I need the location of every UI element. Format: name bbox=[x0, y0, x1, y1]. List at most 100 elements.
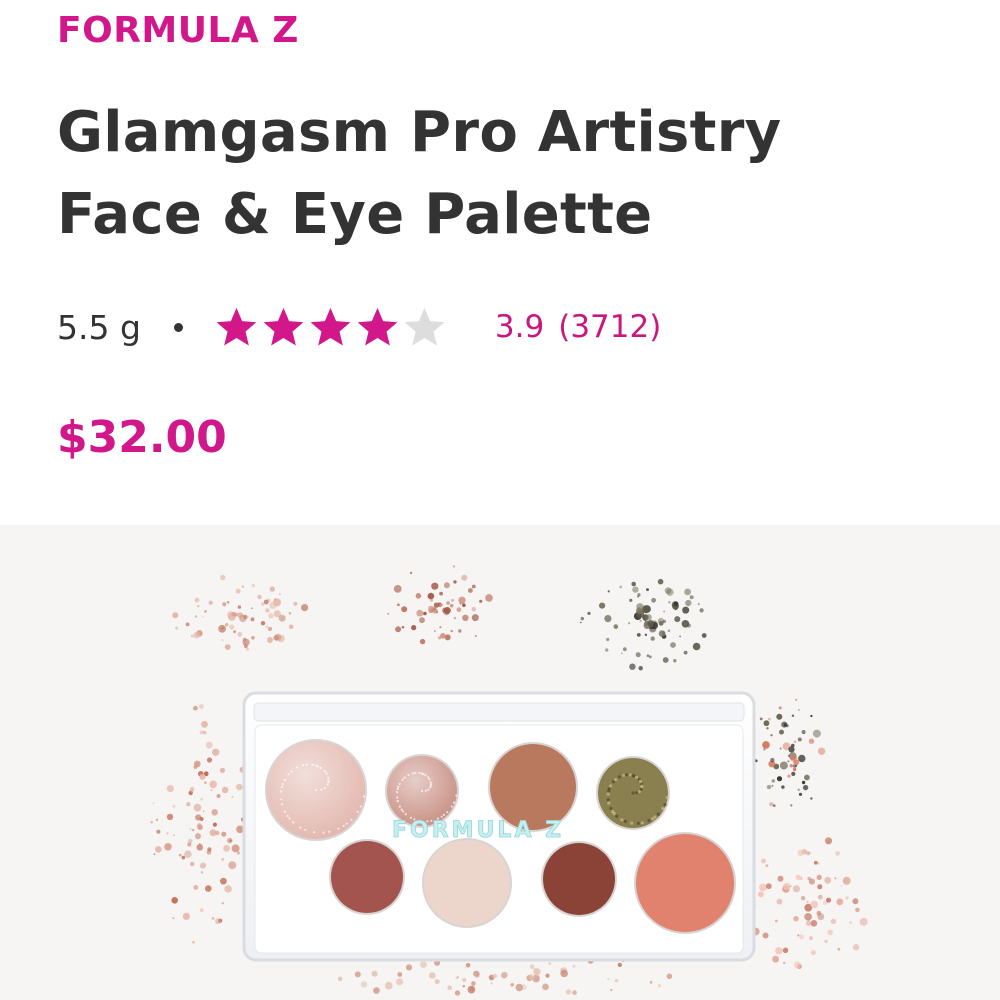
pigment-speck bbox=[679, 635, 681, 638]
pigment-speck bbox=[455, 976, 459, 980]
pigment-speck bbox=[808, 878, 816, 885]
pigment-speck bbox=[632, 586, 639, 593]
pigment-speck bbox=[221, 902, 224, 905]
pigment-speck bbox=[628, 622, 631, 625]
pigment-speck bbox=[201, 720, 208, 728]
pigment-speck bbox=[166, 832, 169, 835]
pigment-speck bbox=[251, 583, 255, 588]
pigment-speck bbox=[766, 727, 769, 730]
pigment-speck bbox=[250, 617, 255, 622]
pigment-speck bbox=[431, 582, 439, 590]
pigment-speck bbox=[810, 950, 816, 956]
pigment-speck bbox=[622, 647, 627, 652]
pigment-speck bbox=[855, 907, 860, 913]
eyeshadow-pan bbox=[596, 756, 670, 830]
pigment-speck bbox=[673, 659, 677, 663]
pigment-speck bbox=[806, 851, 811, 856]
pigment-speck bbox=[192, 941, 195, 944]
pigment-speck bbox=[776, 713, 783, 720]
pigment-speck bbox=[220, 877, 227, 885]
pigment-speck bbox=[783, 961, 786, 965]
pigment-speck bbox=[636, 633, 641, 637]
pigment-speck bbox=[204, 781, 207, 784]
pigment-speck bbox=[395, 626, 402, 633]
pigment-speck bbox=[384, 981, 393, 990]
pigment-speck bbox=[759, 717, 763, 721]
pigment-speck bbox=[805, 920, 812, 926]
pigment-speck bbox=[852, 944, 860, 951]
pigment-speck bbox=[787, 760, 790, 763]
pigment-speck bbox=[419, 617, 425, 624]
pigment-speck bbox=[439, 626, 442, 629]
pigment-speck bbox=[458, 629, 462, 633]
pigment-speck bbox=[701, 633, 707, 638]
pigment-speck bbox=[199, 908, 204, 913]
pigment-speck bbox=[193, 705, 198, 711]
pigment-speck bbox=[607, 590, 610, 593]
pigment-speck bbox=[639, 619, 642, 622]
pigment-speck bbox=[790, 804, 793, 807]
pigment-speck bbox=[260, 621, 266, 626]
pigment-speck bbox=[545, 973, 550, 978]
eyeshadow-pan bbox=[265, 739, 367, 841]
pigment-speck bbox=[834, 877, 837, 880]
pigment-speck bbox=[789, 885, 792, 888]
pigment-speck bbox=[251, 636, 255, 640]
pigment-speck bbox=[468, 588, 473, 593]
pigment-speck bbox=[490, 982, 493, 985]
pigment-speck bbox=[685, 599, 692, 607]
pigment-speck bbox=[471, 981, 476, 986]
product-image[interactable]: FORMULA Z bbox=[0, 525, 1000, 1000]
pigment-speck bbox=[224, 644, 231, 650]
pigment-speck bbox=[657, 984, 662, 988]
pigment-speck bbox=[265, 625, 269, 629]
pigment-speck bbox=[459, 602, 462, 605]
pigment-speck bbox=[416, 609, 424, 617]
pigment-speck bbox=[792, 767, 797, 772]
pigment-speck bbox=[427, 592, 435, 600]
pigment-speck bbox=[462, 985, 465, 988]
pigment-speck bbox=[788, 746, 795, 753]
pigment-speck bbox=[467, 985, 476, 994]
pigment-speck bbox=[164, 843, 172, 851]
pigment-speck bbox=[798, 792, 803, 796]
pigment-speck bbox=[492, 973, 497, 979]
pigment-speck bbox=[647, 620, 654, 627]
pigment-speck bbox=[221, 639, 224, 642]
pigment-speck bbox=[810, 714, 813, 718]
pigment-speck bbox=[206, 757, 213, 763]
pigment-speck bbox=[684, 588, 691, 596]
pigment-speck bbox=[817, 862, 821, 865]
pigment-speck bbox=[434, 630, 436, 632]
pigment-speck bbox=[781, 785, 785, 789]
pigment-speck bbox=[420, 961, 427, 968]
pigment-speck bbox=[528, 973, 535, 981]
pigment-speck bbox=[644, 633, 648, 636]
pigment-speck bbox=[613, 624, 619, 629]
rating-value[interactable]: 3.9 bbox=[495, 309, 544, 345]
pigment-speck bbox=[401, 625, 405, 629]
rating-stars[interactable] bbox=[214, 305, 449, 350]
pigment-speck bbox=[456, 607, 462, 613]
pigment-speck bbox=[443, 582, 450, 589]
pigment-speck bbox=[200, 871, 204, 874]
pigment-speck bbox=[795, 698, 798, 701]
pigment-speck bbox=[810, 900, 819, 909]
pigment-speck bbox=[791, 771, 796, 776]
pigment-speck bbox=[235, 783, 243, 791]
eyeshadow-pan bbox=[385, 754, 459, 828]
product-size: 5.5 g bbox=[57, 307, 141, 347]
pigment-speck bbox=[692, 642, 701, 651]
product-title-line-2: Face & Eye Palette bbox=[57, 182, 653, 247]
pigment-speck bbox=[190, 789, 194, 793]
pigment-speck bbox=[799, 934, 804, 940]
pigment-speck bbox=[172, 917, 175, 920]
eyeshadow-pan bbox=[422, 838, 512, 928]
brand-link[interactable]: FORMULA Z bbox=[57, 10, 299, 51]
pigment-speck bbox=[211, 809, 218, 816]
pigment-speck bbox=[203, 730, 207, 735]
review-count-link[interactable]: (3712) bbox=[558, 309, 661, 345]
pigment-speck bbox=[263, 599, 269, 605]
pigment-speck bbox=[810, 920, 818, 927]
pigment-speck bbox=[816, 874, 822, 880]
